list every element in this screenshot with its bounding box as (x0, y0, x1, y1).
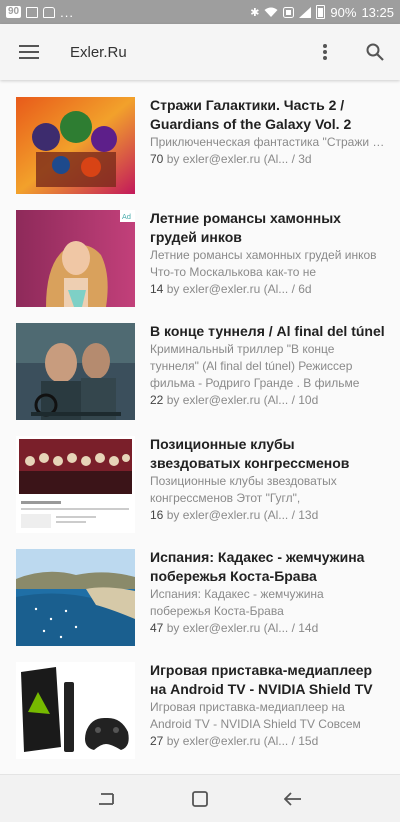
movie-poster-tunnel-image (16, 323, 135, 420)
article-thumbnail: Ad (16, 210, 135, 307)
article-title: Стражи Галактики. Часть 2 / Guardians of… (150, 97, 352, 132)
article-item[interactable]: В конце туннеля / Al final del túnel Кри… (0, 306, 400, 420)
author-and-age: by exler@exler.ru (Al... / 13d (163, 508, 319, 522)
article-meta: 47 by exler@exler.ru (Al... / 14d (150, 620, 386, 637)
comment-count: 16 (150, 508, 164, 522)
battery-icon (316, 5, 326, 19)
wifi-icon (264, 7, 278, 17)
comment-count: 47 (150, 621, 164, 635)
search-button[interactable] (350, 24, 400, 80)
article-title: Игровая приставка-медиаплеер на Android … (150, 662, 373, 697)
article-item[interactable]: Стражи Галактики. Часть 2 / Guardians of… (0, 80, 400, 194)
guardians-poster-image (16, 97, 135, 194)
article-description: Игровая приставка-медиаплеер на Android … (150, 700, 361, 731)
article-thumbnail (16, 662, 135, 759)
article-feed[interactable]: Стражи Галактики. Часть 2 / Guardians of… (0, 80, 400, 774)
back-icon (284, 791, 302, 806)
author-and-age: by exler@exler.ru (Al... / 14d (163, 621, 319, 635)
notification-badge: 90 (6, 6, 22, 18)
article-description: Приключенческая фантастика "Стражи Галак… (150, 135, 386, 149)
article-meta: 27 by exler@exler.ru (Al... / 15d (150, 733, 386, 750)
article-description: Криминальный триллер "В конце туннеля" (… (150, 342, 360, 390)
shopping-bag-icon (43, 6, 56, 18)
article-thumbnail (16, 549, 135, 646)
more-notifications: ... (60, 4, 74, 20)
comment-count: 70 (150, 152, 164, 166)
group-photo-screenshot-image (16, 436, 135, 533)
status-bar: 90 ... ✱ 90% 13:25 (0, 0, 400, 24)
menu-button[interactable] (0, 24, 58, 80)
gallery-icon (26, 6, 39, 18)
more-options-button[interactable] (300, 24, 350, 80)
article-title: Испания: Кадакес - жемчужина побережья К… (150, 549, 365, 584)
article-meta: 14 by exler@exler.ru (Al... / 6d (150, 281, 386, 298)
battery-percent: 90% (330, 4, 357, 20)
comment-count: 27 (150, 734, 164, 748)
article-description: Испания: Кадакес - жемчужина побережья К… (150, 587, 324, 618)
article-description: Позиционные клубы звездоватых конгрессме… (150, 474, 337, 505)
clock: 13:25 (361, 4, 394, 20)
article-title: Летние романсы хамонных грудей инков (150, 210, 341, 245)
hamburger-menu-icon (19, 45, 39, 59)
home-button[interactable] (180, 779, 220, 819)
article-item[interactable]: Позиционные клубы звездоватых конгрессме… (0, 419, 400, 533)
coastal-bay-photo-image (16, 549, 135, 646)
more-vert-icon (323, 44, 327, 60)
app-title: Exler.Ru (70, 43, 127, 61)
article-item[interactable]: Испания: Кадакес - жемчужина побережья К… (0, 532, 400, 646)
article-meta: 22 by exler@exler.ru (Al... / 10d (150, 392, 386, 409)
nvidia-shield-product-image (16, 662, 135, 759)
home-icon (192, 790, 208, 807)
article-meta: 16 by exler@exler.ru (Al... / 13d (150, 507, 386, 524)
app-bar: Exler.Ru (0, 24, 400, 80)
recent-apps-icon (98, 792, 114, 805)
woman-portrait-ad-image: Ad (16, 210, 135, 307)
author-and-age: by exler@exler.ru (Al... / 15d (163, 734, 319, 748)
bluetooth-icon: ✱ (250, 6, 260, 19)
comment-count: 14 (150, 282, 164, 296)
author-and-age: by exler@exler.ru (Al... / 10d (163, 393, 319, 407)
article-description: Летние романсы хамонных грудей инков Что… (150, 248, 377, 279)
back-button[interactable] (273, 779, 313, 819)
article-item[interactable]: Ad Летние романсы хамонных грудей инков … (0, 193, 400, 307)
recent-apps-button[interactable] (87, 779, 127, 819)
svg-text:Ad: Ad (122, 213, 131, 221)
comment-count: 22 (150, 393, 164, 407)
author-and-age: by exler@exler.ru (Al... / 3d (163, 152, 312, 166)
search-icon (366, 43, 384, 61)
article-thumbnail (16, 97, 135, 194)
system-navigation-bar (0, 774, 400, 822)
article-item[interactable]: Игровая приставка-медиаплеер на Android … (0, 645, 400, 759)
article-thumbnail (16, 436, 135, 533)
article-title: В конце туннеля / Al final del túnel (150, 323, 385, 339)
article-meta: 70 by exler@exler.ru (Al... / 3d (150, 151, 386, 168)
author-and-age: by exler@exler.ru (Al... / 6d (163, 282, 312, 296)
signal-icon (299, 6, 312, 18)
article-thumbnail (16, 323, 135, 420)
article-title: Позиционные клубы звездоватых конгрессме… (150, 436, 350, 471)
nfc-icon (283, 6, 295, 18)
